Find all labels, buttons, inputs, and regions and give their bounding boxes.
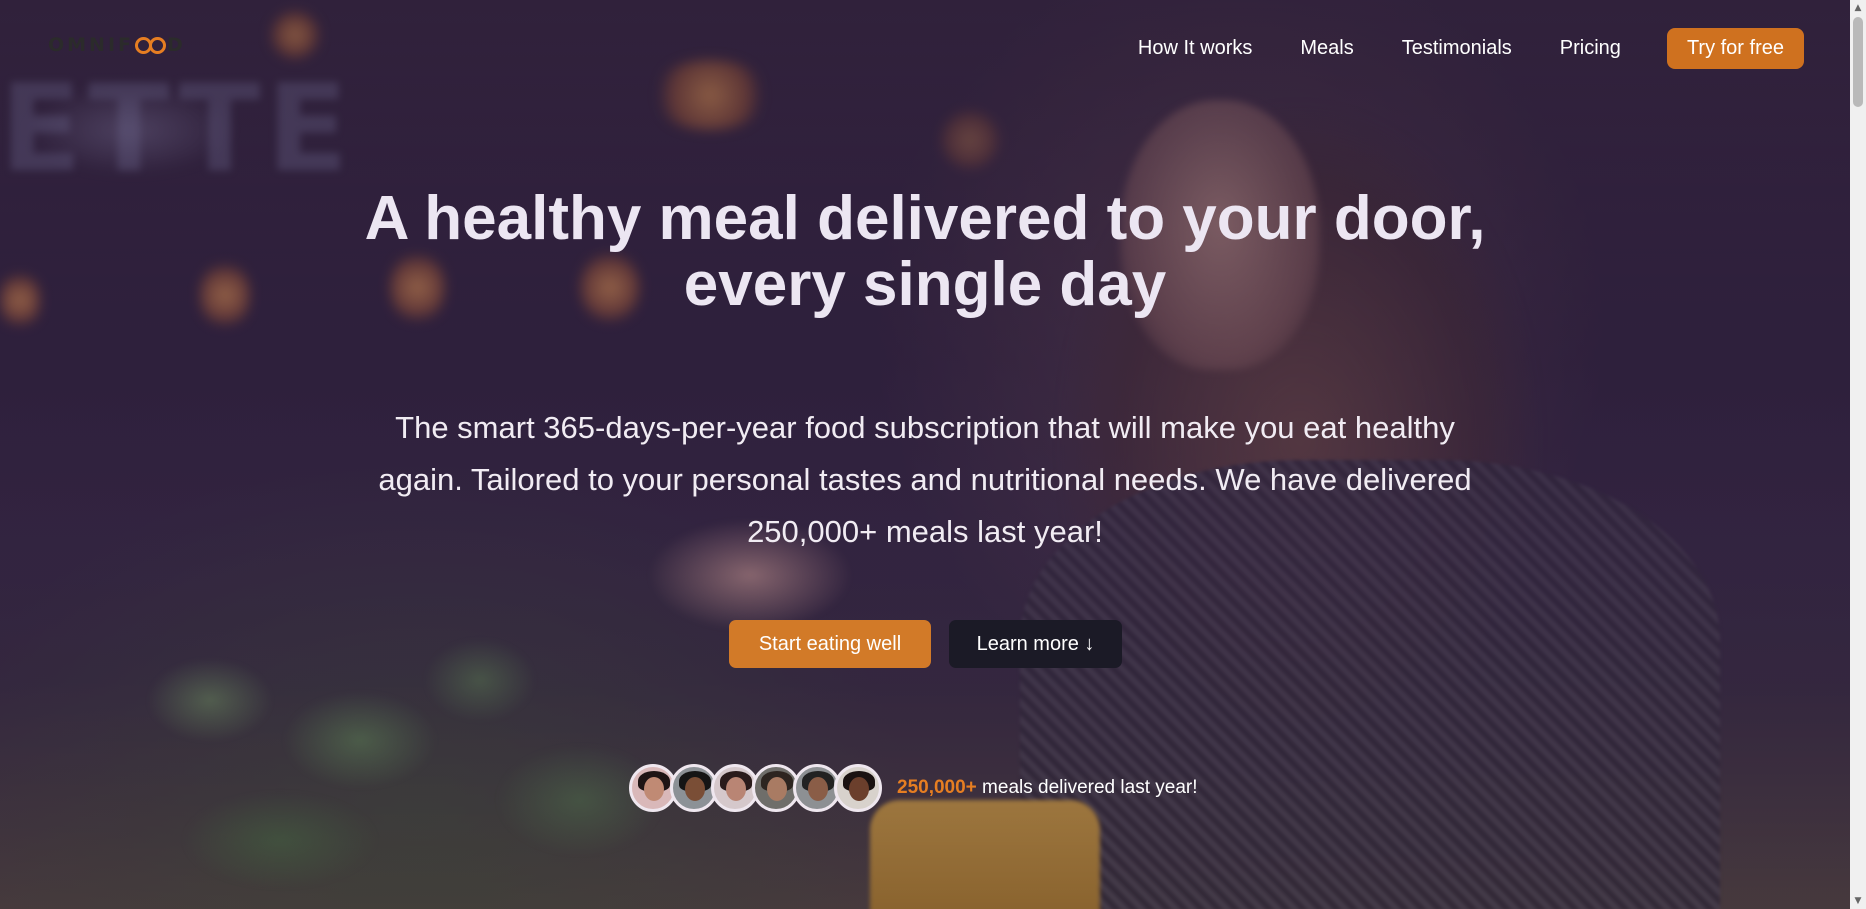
- scroll-up-arrow-icon[interactable]: ▲: [1850, 0, 1866, 16]
- nav-link-meals[interactable]: Meals: [1300, 37, 1353, 60]
- customer-avatars: [629, 764, 882, 812]
- meals-delivered-text: 250,000+ meals delivered last year!: [897, 777, 1198, 799]
- meals-count: 250,000+: [897, 777, 977, 798]
- avatar: [834, 764, 882, 812]
- start-eating-well-button[interactable]: Start eating well: [729, 620, 931, 668]
- hero-buttons: Start eating well Learn more ↓: [729, 620, 1122, 668]
- hero-section: ETTE OMNIF D How It works Meals Testimon…: [0, 0, 1850, 909]
- scrollbar-thumb[interactable]: [1853, 17, 1863, 107]
- nav-link-how-it-works[interactable]: How It works: [1138, 37, 1252, 60]
- nav-link-testimonials[interactable]: Testimonials: [1402, 37, 1512, 60]
- vertical-scrollbar[interactable]: ▲ ▼: [1850, 0, 1866, 909]
- meals-delivered-label: meals delivered last year!: [976, 777, 1198, 798]
- scroll-down-arrow-icon[interactable]: ▼: [1850, 893, 1866, 909]
- logo-text: OMNIF: [48, 34, 135, 56]
- nav-link-pricing[interactable]: Pricing: [1560, 37, 1621, 60]
- logo-text-end: D: [167, 34, 186, 56]
- site-header: OMNIF D How It works Meals Testimonials …: [0, 0, 1850, 92]
- logo-infinity-icon: [135, 36, 167, 54]
- hero-title: A healthy meal delivered to your door, e…: [364, 184, 1486, 319]
- try-for-free-button[interactable]: Try for free: [1666, 28, 1804, 69]
- hero-description: The smart 365-days-per-year food subscri…: [378, 410, 1472, 549]
- social-proof: 250,000+ meals delivered last year!: [629, 764, 1198, 812]
- main-nav: How It works Meals Testimonials Pricing …: [1138, 28, 1804, 69]
- omnifood-logo[interactable]: OMNIF D: [48, 34, 186, 56]
- learn-more-button[interactable]: Learn more ↓: [949, 620, 1122, 668]
